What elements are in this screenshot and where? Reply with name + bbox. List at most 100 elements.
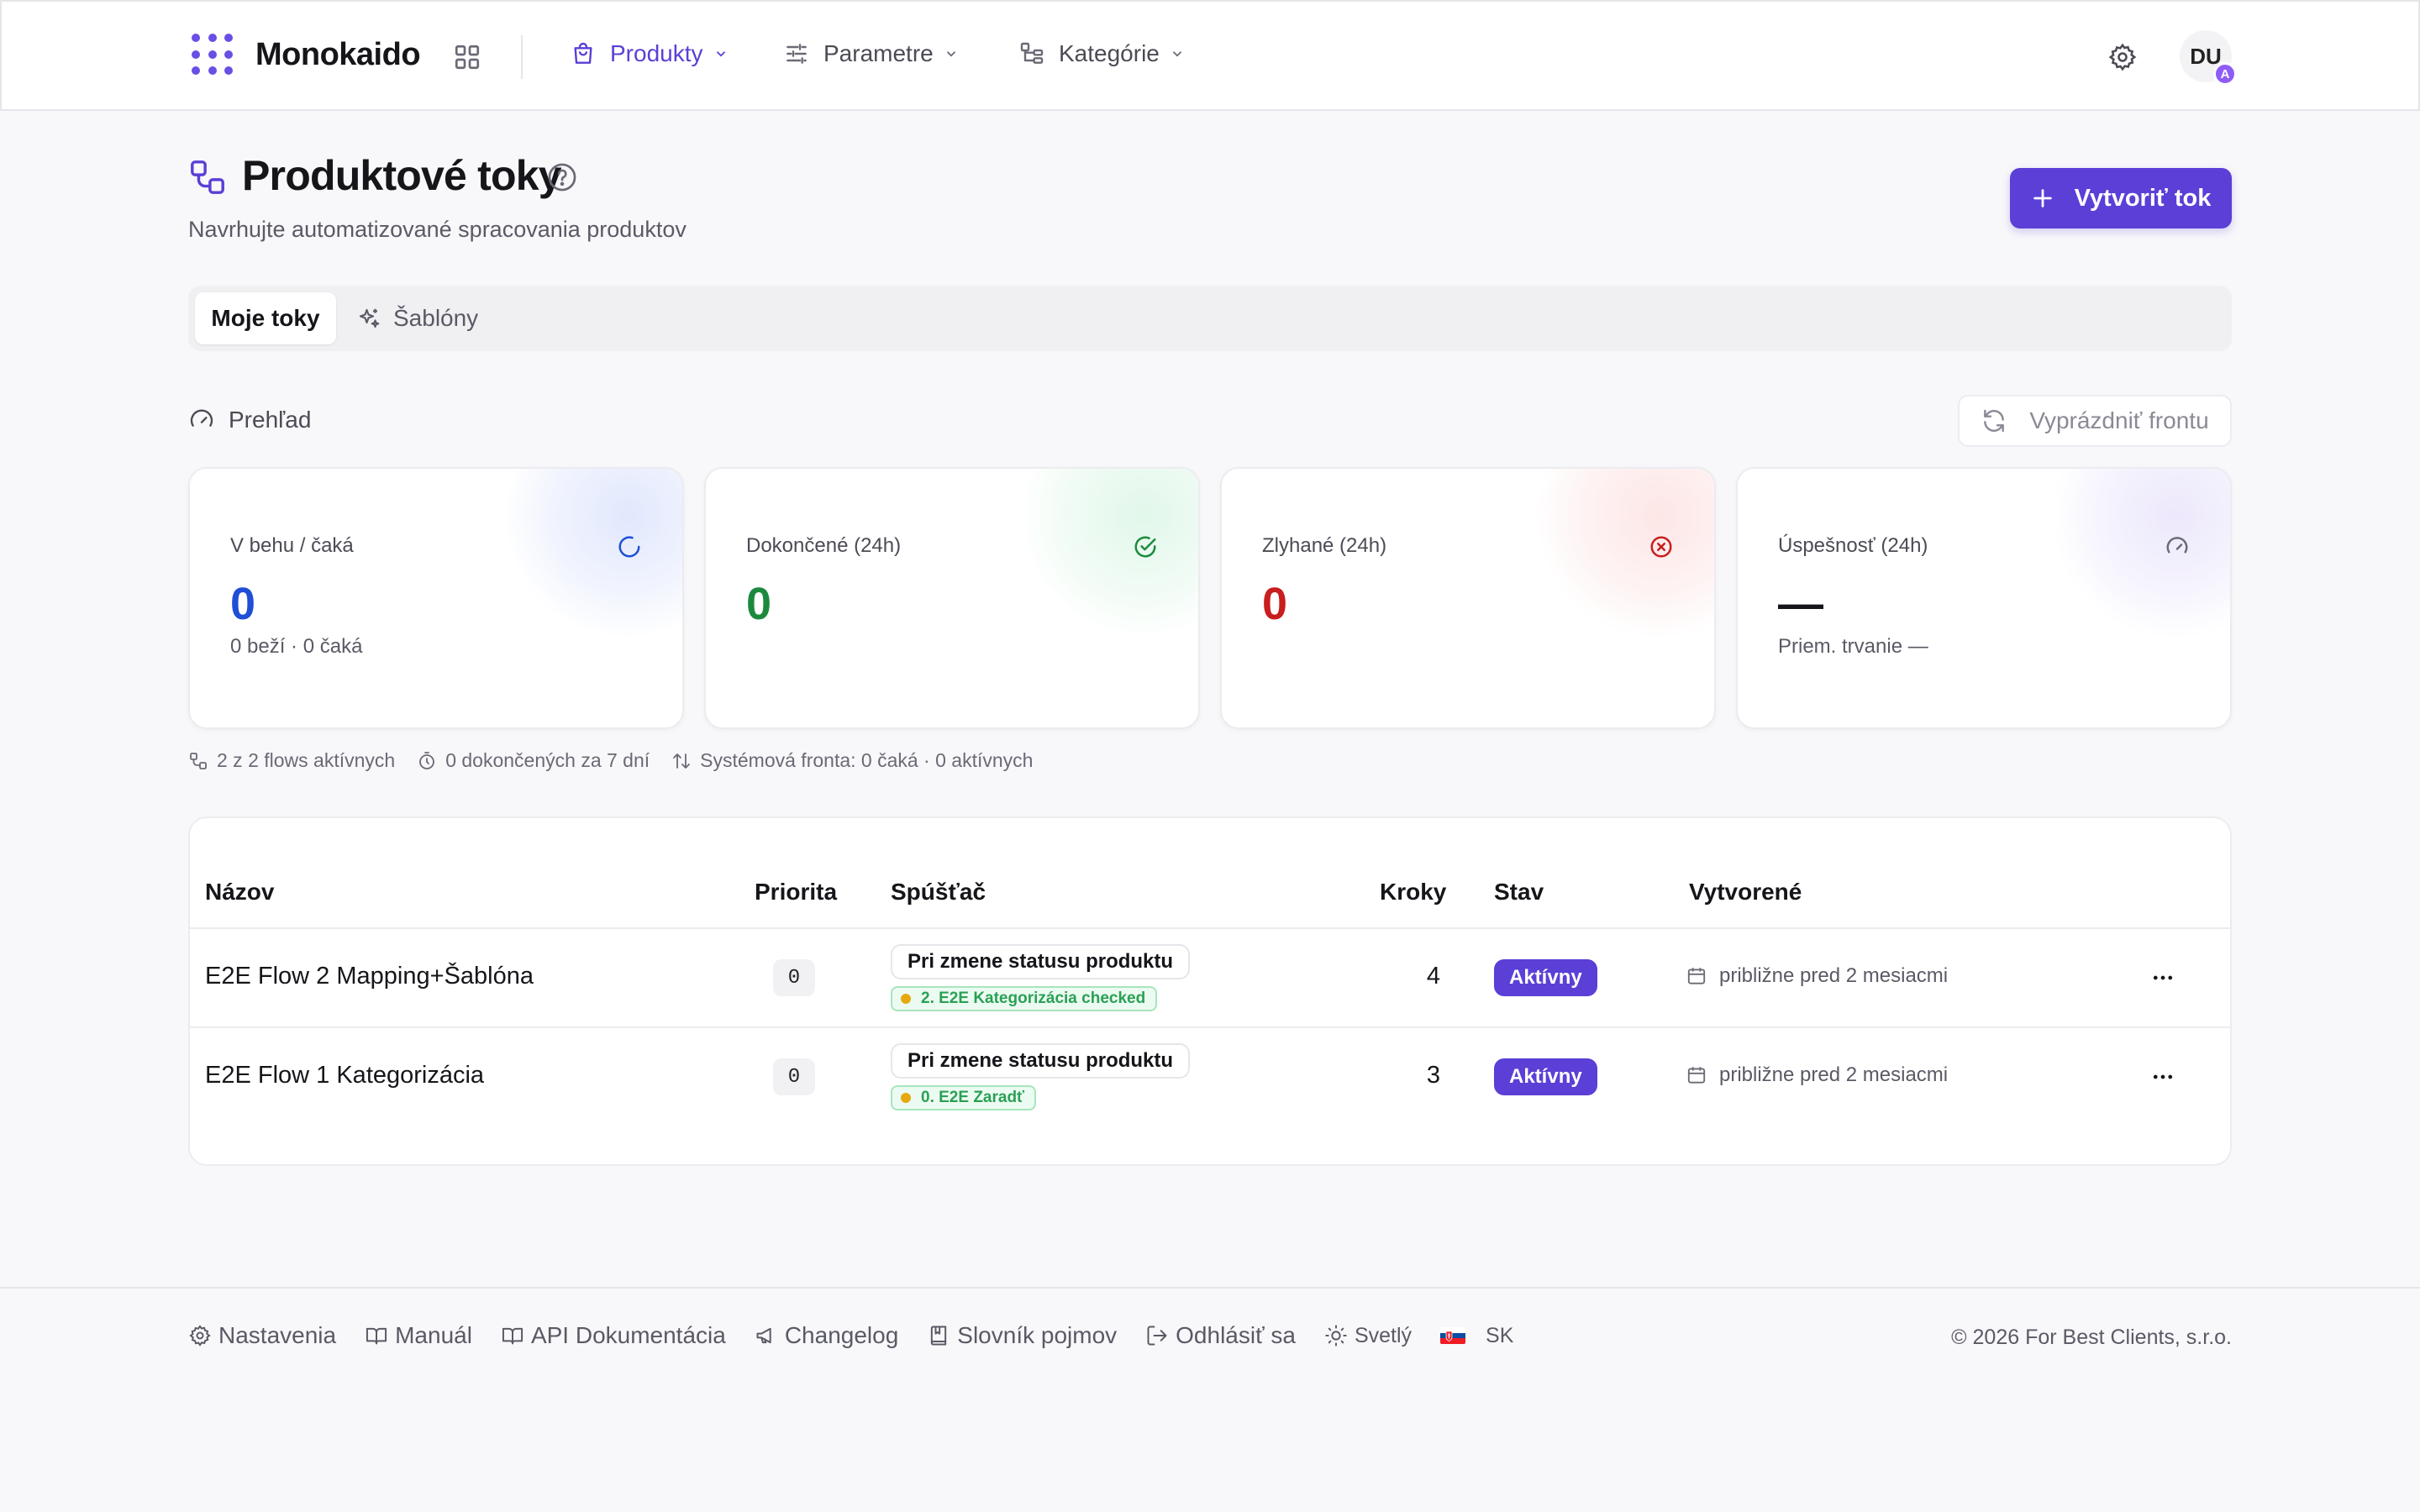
footer-link-glossary[interactable]: Slovník pojmov <box>927 1322 1117 1349</box>
created-cell: približne pred 2 mesiacmi <box>1686 964 1948 988</box>
shopping-bag-icon <box>570 40 597 67</box>
nav-kategorie[interactable]: Kategórie <box>1018 35 1185 72</box>
footer-link-api-docs[interactable]: API Dokumentácia <box>501 1322 726 1349</box>
footer-link-label: API Dokumentácia <box>530 1322 726 1348</box>
language-switch[interactable]: SK <box>1440 1324 1513 1348</box>
create-flow-button[interactable]: Vytvoriť tok <box>2010 168 2232 228</box>
slovak-flag-icon <box>1440 1327 1466 1344</box>
status-badge: Aktívny <box>1494 1058 1597 1095</box>
calendar-icon <box>1686 965 1707 987</box>
loader-icon <box>617 534 642 559</box>
footer-links: Nastavenia Manuál API Dokumentácia Chang… <box>188 1322 1542 1349</box>
brand-logo-icon <box>192 34 234 76</box>
column-header-steps[interactable]: Kroky <box>1380 879 1446 906</box>
stat-label: Úspešnosť (24h) <box>1778 534 1928 557</box>
stat-label: Zlyhané (24h) <box>1262 534 1387 557</box>
footer-link-label: Nastavenia <box>218 1322 337 1348</box>
trigger-badge: Pri zmene statusu produktu <box>891 1043 1191 1079</box>
table-row[interactable]: E2E Flow 2 Mapping+Šablóna 0 Pri zmene s… <box>190 927 2230 1026</box>
copyright: © 2026 For Best Clients, s.r.o. <box>1951 1326 2232 1349</box>
nav-produkty-label: Produkty <box>610 40 703 66</box>
meta-text: 2 z 2 flows aktívnych <box>217 749 396 771</box>
flow-icon <box>188 158 227 197</box>
tab-moje-toky[interactable]: Moje toky <box>195 292 336 344</box>
priority-badge: 0 <box>773 1058 815 1095</box>
meta-system-queue: Systémová fronta: 0 čaká · 0 aktívnych <box>671 749 1033 772</box>
flow-name[interactable]: E2E Flow 1 Kategorizácia <box>205 1062 484 1089</box>
stat-value: 0 <box>1262 579 1288 629</box>
page-title: Produktové toky <box>242 152 562 199</box>
tab-moje-toky-label: Moje toky <box>211 305 320 331</box>
flush-queue-button[interactable]: Vyprázdniť frontu <box>1958 395 2232 447</box>
check-circle-icon <box>1133 534 1158 559</box>
nav-parametre-label: Parametre <box>823 40 934 66</box>
language-label: SK <box>1486 1323 1514 1347</box>
column-header-name[interactable]: Názov <box>205 879 274 906</box>
status-dot <box>901 1093 911 1103</box>
timer-icon <box>417 751 437 771</box>
help-circle-icon[interactable] <box>546 161 578 193</box>
stat-label: V behu / čaká <box>230 534 354 557</box>
gauge-icon <box>2165 534 2190 559</box>
gear-icon <box>188 1324 212 1347</box>
nav-produkty[interactable]: Produkty <box>570 35 729 72</box>
footer-link-settings[interactable]: Nastavenia <box>188 1322 336 1349</box>
flush-queue-label: Vyprázdniť frontu <box>2029 407 2209 433</box>
trigger-status-label: 2. E2E Kategorizácia checked <box>921 990 1146 1007</box>
column-header-priority[interactable]: Priorita <box>755 879 837 906</box>
sun-icon <box>1324 1324 1348 1347</box>
column-header-created[interactable]: Vytvorené <box>1689 879 1802 906</box>
create-flow-label: Vytvoriť tok <box>2074 184 2212 212</box>
stat-value: 0 <box>746 579 772 629</box>
created-label: približne pred 2 mesiacmi <box>1719 964 1949 987</box>
book-icon <box>927 1324 950 1347</box>
more-horizontal-icon[interactable] <box>2146 1062 2180 1092</box>
more-horizontal-icon[interactable] <box>2146 963 2180 993</box>
sliders-icon <box>783 40 810 67</box>
trigger-status-badge: 2. E2E Kategorizácia checked <box>891 986 1158 1011</box>
stat-card-success-rate: Úspešnosť (24h) — Priem. trvanie — <box>1736 467 2232 729</box>
sparkles-icon <box>356 306 381 331</box>
stat-value: 0 <box>230 579 256 629</box>
flow-name[interactable]: E2E Flow 2 Mapping+Šablóna <box>205 963 534 990</box>
chevron-down-icon <box>1170 46 1185 61</box>
stat-sub: Priem. trvanie — <box>1778 635 1928 658</box>
theme-toggle[interactable]: Svetlý <box>1324 1324 1412 1348</box>
status-dot <box>901 994 911 1004</box>
nav-parametre[interactable]: Parametre <box>783 35 959 72</box>
apps-grid-icon[interactable] <box>452 42 482 72</box>
x-circle-icon <box>1649 534 1674 559</box>
top-navigation: Monokaido Produkty Parametre Kategórie D… <box>0 0 2420 111</box>
overview-label: Prehľad <box>229 407 312 433</box>
tab-sablony[interactable]: Šablóny <box>356 292 478 344</box>
user-avatar[interactable]: DU A <box>2180 30 2237 86</box>
footer-link-changelog[interactable]: Changelog <box>755 1322 898 1349</box>
tabs: Moje toky Šablóny <box>188 286 2232 351</box>
page-subtitle: Navrhujte automatizované spracovania pro… <box>188 217 687 242</box>
settings-gear-icon[interactable] <box>2107 42 2138 72</box>
nav-divider <box>521 35 523 79</box>
meta-active-flows: 2 z 2 flows aktívnych <box>188 749 395 772</box>
overview-meta: 2 z 2 flows aktívnych 0 dokončených za 7… <box>188 749 1055 772</box>
footer-link-manual[interactable]: Manuál <box>365 1322 472 1349</box>
footer-link-logout[interactable]: Odhlásiť sa <box>1145 1322 1296 1349</box>
status-badge: Aktívny <box>1494 959 1597 996</box>
steps-count: 4 <box>1426 963 1441 990</box>
steps-count: 3 <box>1426 1062 1441 1089</box>
flow-icon <box>188 751 208 771</box>
created-cell: približne pred 2 mesiacmi <box>1686 1063 1948 1087</box>
footer-link-label: Slovník pojmov <box>957 1322 1118 1348</box>
category-tree-icon <box>1018 40 1045 67</box>
stat-card-completed: Dokončené (24h) 0 <box>704 467 1200 729</box>
overview-heading: Prehľad <box>188 407 311 433</box>
column-header-status[interactable]: Stav <box>1494 879 1544 906</box>
book-open-icon <box>365 1324 388 1347</box>
chevron-down-icon <box>944 46 959 61</box>
footer-link-label: Manuál <box>395 1322 472 1348</box>
brand[interactable]: Monokaido <box>192 34 421 76</box>
flows-table: Názov Priorita Spúšťač Kroky Stav Vytvor… <box>188 816 2232 1166</box>
footer-link-label: Changelog <box>784 1322 899 1348</box>
table-row[interactable]: E2E Flow 1 Kategorizácia 0 Pri zmene sta… <box>190 1026 2230 1126</box>
column-header-trigger[interactable]: Spúšťač <box>891 879 986 906</box>
stat-sub: 0 beží · 0 čaká <box>230 635 363 658</box>
